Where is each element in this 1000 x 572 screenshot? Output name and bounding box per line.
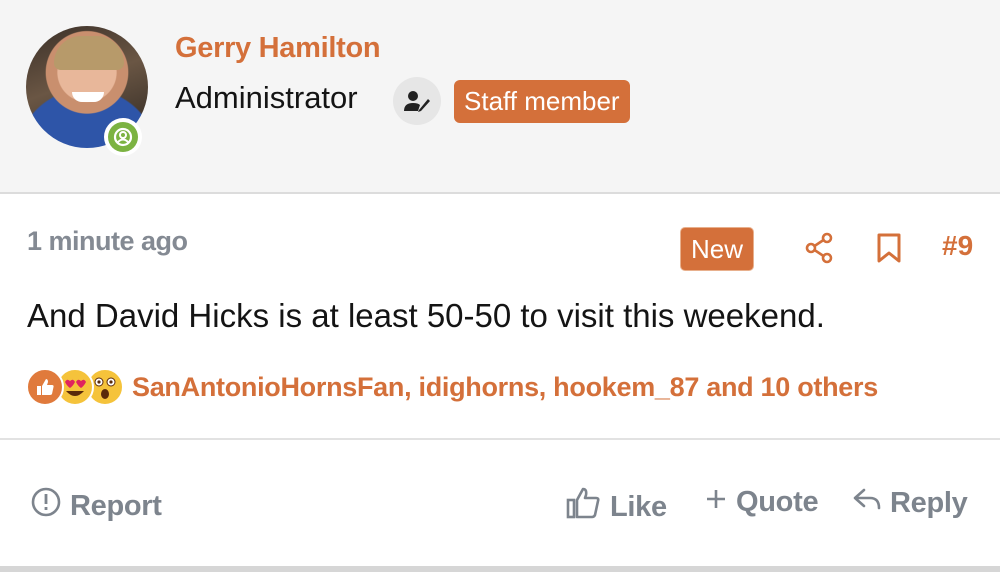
post-author-header: Gerry Hamilton Administrator Staff membe…: [0, 0, 1000, 194]
share-icon[interactable]: [804, 232, 834, 269]
like-label: Like: [610, 490, 667, 523]
avatar-smile: [72, 92, 104, 102]
author-name[interactable]: Gerry Hamilton: [175, 32, 381, 65]
thumbs-up-icon: [566, 486, 602, 528]
online-status-icon: [108, 122, 138, 152]
reaction-summary-icons[interactable]: [26, 368, 126, 408]
report-icon: [30, 486, 62, 526]
post-message: And David Hicks is at least 50-50 to vis…: [27, 297, 825, 334]
post-bottom-border: [0, 566, 1000, 572]
post-timestamp[interactable]: 1 minute ago: [27, 226, 188, 257]
avatar-hair: [54, 36, 124, 70]
quote-label: Quote: [736, 486, 819, 518]
reaction-users-link[interactable]: SanAntonioHornsFan, idighorns, hookem_87…: [132, 372, 878, 403]
report-button[interactable]: Report: [30, 486, 162, 526]
author-role: Administrator: [175, 80, 358, 115]
like-icon: [26, 368, 64, 406]
quote-button[interactable]: Quote: [704, 486, 819, 519]
reply-button[interactable]: Reply: [852, 486, 968, 520]
plus-icon: [704, 486, 728, 519]
post-number-link[interactable]: #9: [942, 230, 973, 262]
reply-arrow-icon: [852, 486, 882, 520]
new-badge: New: [680, 227, 755, 271]
staff-member-badge: Staff member: [454, 80, 630, 123]
reply-label: Reply: [890, 486, 968, 519]
divider: [0, 438, 1000, 440]
online-status-badge: [104, 118, 142, 156]
user-edit-icon: [393, 77, 441, 125]
like-button[interactable]: Like: [566, 486, 667, 528]
bookmark-icon[interactable]: [876, 232, 902, 269]
report-label: Report: [70, 489, 162, 522]
